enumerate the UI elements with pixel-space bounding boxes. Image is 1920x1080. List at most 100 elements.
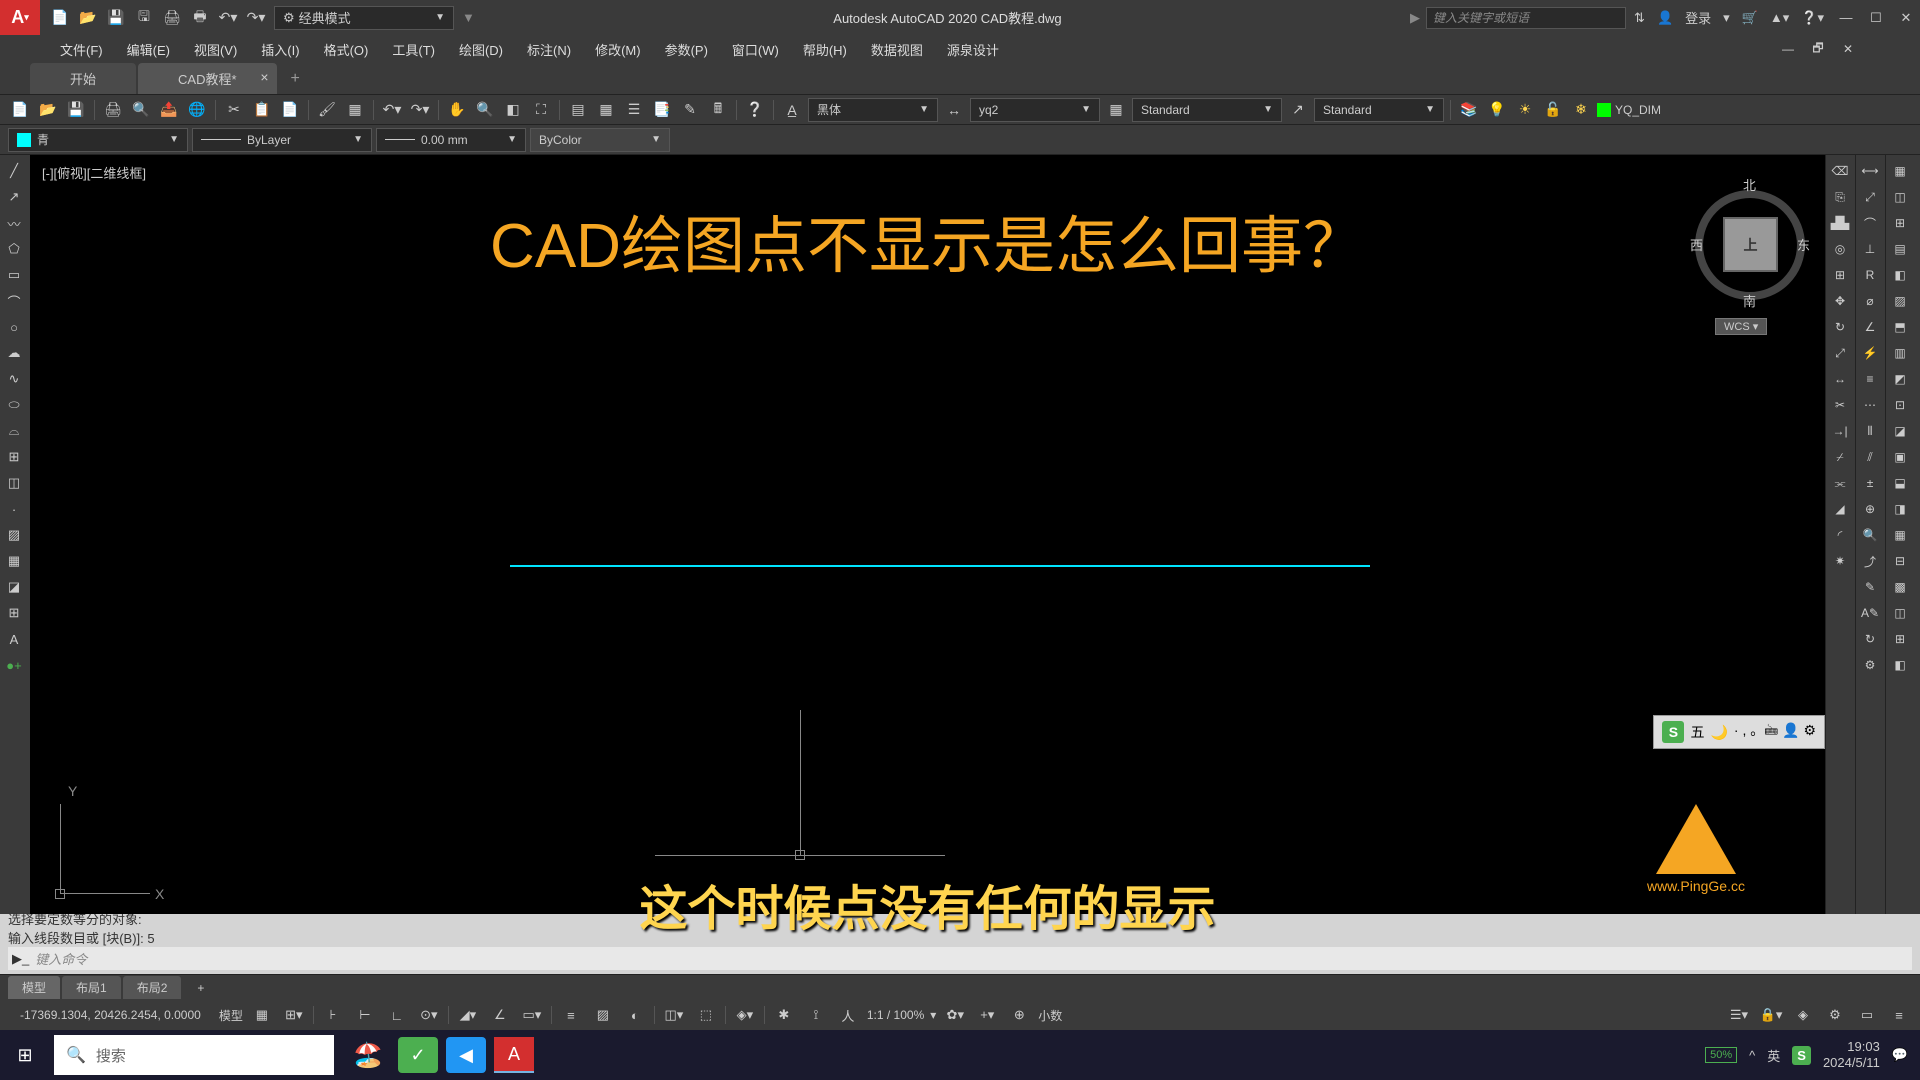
modify-extend-icon[interactable]: →| — [1828, 419, 1852, 443]
save-drawing-icon[interactable]: 💾 — [64, 98, 88, 122]
layout-add[interactable]: + — [183, 978, 218, 998]
modify-copy-icon[interactable]: ⎘ — [1828, 185, 1852, 209]
taskbar-search[interactable]: 🔍 搜索 — [54, 1035, 334, 1075]
menu-param[interactable]: 参数(P) — [655, 36, 718, 63]
freeze-icon[interactable]: ❄ — [1569, 98, 1593, 122]
ortho-toggle[interactable]: ∟ — [384, 1003, 410, 1027]
polygon-icon[interactable]: ⬠ — [2, 237, 26, 261]
lwt-toggle[interactable]: ▨ — [590, 1003, 616, 1027]
user-icon[interactable]: 👤 — [1657, 10, 1673, 26]
viewcube[interactable]: 上 北 南 东 西 WCS ▾ — [1695, 175, 1805, 335]
view-label[interactable]: [-][俯视][二维线框] — [42, 163, 146, 182]
dim-style-icon[interactable]: ⚙ — [1858, 653, 1882, 677]
annomon-toggle[interactable]: 人 — [835, 1003, 861, 1027]
spline-icon[interactable]: ∿ — [2, 367, 26, 391]
zoomwin-icon[interactable]: ◧ — [501, 98, 525, 122]
match-icon[interactable]: 🖌 — [315, 98, 339, 122]
dim-ordinate-icon[interactable]: ⊥ — [1858, 237, 1882, 261]
line-icon[interactable]: ╱ — [2, 159, 26, 183]
save-icon[interactable]: 💾 — [106, 8, 126, 28]
menu-window[interactable]: 窗口(W) — [722, 36, 789, 63]
dim-baseline-icon[interactable]: ≡ — [1858, 367, 1882, 391]
panel-icon-14[interactable]: ◨ — [1888, 497, 1912, 521]
panel-icon-9[interactable]: ◩ — [1888, 367, 1912, 391]
plus-toggle[interactable]: +▾ — [974, 1003, 1000, 1027]
taskbar-app-2[interactable]: ◀ — [446, 1037, 486, 1073]
menu-help[interactable]: 帮助(H) — [793, 36, 857, 63]
menu-data[interactable]: 数据视图 — [861, 36, 933, 63]
modify-break-icon[interactable]: ⌿ — [1828, 445, 1852, 469]
isolate-toggle[interactable]: ◈ — [1790, 1003, 1816, 1027]
app-icon[interactable]: A▾ — [0, 0, 40, 35]
otrack-toggle[interactable]: ≡ — [558, 1003, 584, 1027]
pline-icon[interactable]: 〰 — [2, 211, 26, 235]
gradient-icon[interactable]: ▦ — [2, 549, 26, 573]
sheet-icon[interactable]: 📑 — [650, 98, 674, 122]
panel-icon-1[interactable]: ▦ — [1888, 159, 1912, 183]
dim-center-icon[interactable]: ⊕ — [1858, 497, 1882, 521]
dim-space-icon[interactable]: ⫴ — [1858, 419, 1882, 443]
taskbar-autocad[interactable]: A — [494, 1037, 534, 1073]
doc-minimize-button[interactable]: — — [1774, 38, 1802, 60]
menu-modify[interactable]: 修改(M) — [585, 36, 651, 63]
rectangle-icon[interactable]: ▭ — [2, 263, 26, 287]
dim-inspect-icon[interactable]: 🔍 — [1858, 523, 1882, 547]
sb-model[interactable]: 模型 — [219, 1007, 243, 1024]
share-icon[interactable]: ⇅ — [1634, 10, 1645, 26]
menu-tools[interactable]: 工具(T) — [382, 36, 445, 63]
table-icon[interactable]: ▦ — [1104, 98, 1128, 122]
ime-toolbar[interactable]: S 五 🌙· , 。🖮 👤 ⚙ — [1653, 715, 1825, 749]
modify-chamfer-icon[interactable]: ◢ — [1828, 497, 1852, 521]
quickprops-toggle[interactable]: ☰▾ — [1726, 1003, 1752, 1027]
nav-toggle[interactable]: ⊕ — [1006, 1003, 1032, 1027]
cut-icon[interactable]: ✂ — [222, 98, 246, 122]
taskbar-app-1[interactable]: ✓ — [398, 1037, 438, 1073]
modify-move-icon[interactable]: ✥ — [1828, 289, 1852, 313]
selection-toggle[interactable]: ✱ — [771, 1003, 797, 1027]
battery-indicator[interactable]: 50% — [1705, 1047, 1737, 1063]
modify-scale-icon[interactable]: ⤢ — [1828, 341, 1852, 365]
ellipsearc-icon[interactable]: ⌓ — [2, 419, 26, 443]
paste-icon[interactable]: 📄 — [278, 98, 302, 122]
redo-icon[interactable]: ↷▾ — [246, 8, 266, 28]
modify-mirror-icon[interactable]: ▟▙ — [1828, 211, 1852, 235]
osnap-toggle[interactable]: ∠ — [487, 1003, 513, 1027]
pan-icon[interactable]: ✋ — [445, 98, 469, 122]
cycling-toggle[interactable]: ◫▾ — [661, 1003, 687, 1027]
ellipse-icon[interactable]: ⬭ — [2, 393, 26, 417]
redo2-icon[interactable]: ↷▾ — [408, 98, 432, 122]
menu-dimension[interactable]: 标注(N) — [517, 36, 581, 63]
maximize-button[interactable]: ☐ — [1862, 7, 1890, 29]
dim-tolerance-icon[interactable]: ± — [1858, 471, 1882, 495]
layer-color-dropdown[interactable]: 青▼ — [8, 128, 188, 152]
style3-dropdown[interactable]: Standard▼ — [1314, 98, 1444, 122]
region-icon[interactable]: ◪ — [2, 575, 26, 599]
workspace-dropdown[interactable]: ⚙ 经典模式 ▼ — [274, 6, 454, 30]
modify-erase-icon[interactable]: ⌫ — [1828, 159, 1852, 183]
3d-icon[interactable]: 🌐 — [185, 98, 209, 122]
panel-icon-15[interactable]: ▦ — [1888, 523, 1912, 547]
layout-model[interactable]: 模型 — [8, 976, 60, 999]
gizmo-toggle[interactable]: ⟟ — [803, 1003, 829, 1027]
addsel-icon[interactable]: ●+ — [2, 653, 26, 677]
modify-fillet-icon[interactable]: ◜ — [1828, 523, 1852, 547]
text-icon[interactable]: A̲ — [780, 98, 804, 122]
dim-quick-icon[interactable]: ⚡ — [1858, 341, 1882, 365]
lineweight-dropdown[interactable]: 0.00 mm▼ — [376, 128, 526, 152]
layout-1[interactable]: 布局1 — [62, 976, 121, 999]
menu-edit[interactable]: 编辑(E) — [117, 36, 180, 63]
panel-icon-6[interactable]: ▨ — [1888, 289, 1912, 313]
panel-icon-17[interactable]: ▩ — [1888, 575, 1912, 599]
lock-ui-toggle[interactable]: 🔒▾ — [1758, 1003, 1784, 1027]
dynamic-toggle[interactable]: ⊢ — [352, 1003, 378, 1027]
new-icon[interactable]: 📄 — [50, 8, 70, 28]
revcloud-icon[interactable]: ☁ — [2, 341, 26, 365]
panel-icon-8[interactable]: ▥ — [1888, 341, 1912, 365]
saveas-icon[interactable]: 🖫 — [134, 8, 154, 28]
cmd-input[interactable]: 键入命令 — [35, 949, 87, 968]
cart-icon[interactable]: 🛒 — [1742, 10, 1758, 26]
xline-icon[interactable]: ↗ — [2, 185, 26, 209]
modify-join-icon[interactable]: ⫘ — [1828, 471, 1852, 495]
dim-diameter-icon[interactable]: ⌀ — [1858, 289, 1882, 313]
ime-s-icon[interactable]: S — [1792, 1046, 1811, 1065]
